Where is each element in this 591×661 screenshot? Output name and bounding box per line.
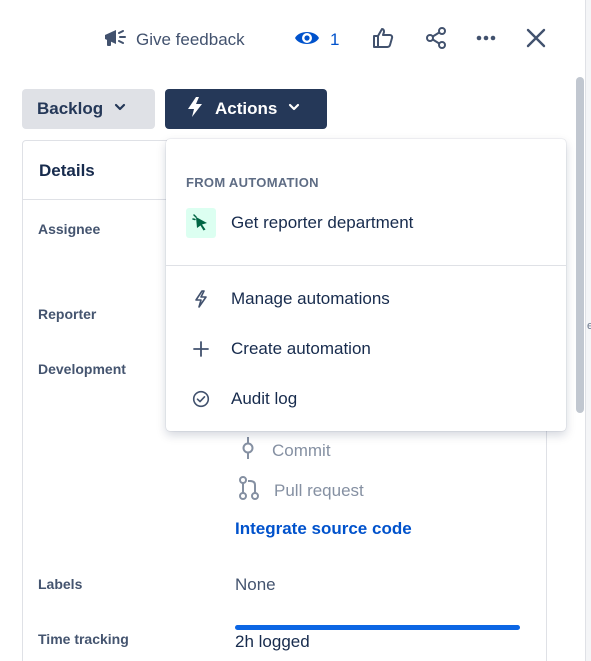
watchers-count: 1 — [330, 30, 340, 49]
menu-divider — [166, 265, 566, 266]
status-button[interactable]: Backlog — [22, 89, 155, 129]
commit-icon — [238, 436, 258, 465]
time-logged-text: 2h logged — [235, 632, 310, 651]
actions-button[interactable]: Actions — [165, 89, 327, 129]
status-label: Backlog — [37, 99, 104, 118]
lightning-icon — [185, 96, 205, 123]
integrate-source-code-link[interactable]: Integrate source code — [235, 519, 412, 539]
share-button[interactable] — [422, 26, 450, 54]
issue-header: Give feedback 1 — [0, 0, 585, 80]
labels-label: Labels — [38, 576, 83, 592]
menu-item-audit-log[interactable]: Audit log — [166, 377, 566, 421]
eye-icon — [294, 28, 320, 53]
development-label: Development — [38, 361, 126, 377]
actions-label: Actions — [215, 99, 278, 118]
more-icon — [474, 26, 498, 55]
pull-request-label: Pull request — [274, 480, 364, 500]
more-actions-button[interactable] — [472, 26, 500, 54]
thumbs-up-icon — [371, 26, 395, 55]
menu-item-label: Audit log — [231, 389, 298, 408]
details-title: Details — [39, 161, 95, 180]
plus-icon — [186, 334, 216, 364]
menu-item-get-reporter-department[interactable]: Get reporter department — [166, 201, 566, 245]
pull-request-icon — [238, 476, 260, 505]
chevron-down-icon — [113, 99, 127, 119]
megaphone-icon — [102, 26, 128, 55]
commit-link[interactable]: Commit — [238, 436, 331, 465]
commit-label: Commit — [272, 440, 331, 460]
actions-dropdown-menu: FROM AUTOMATION Get reporter department … — [166, 139, 566, 431]
give-feedback-label: Give feedback — [136, 30, 245, 49]
menu-item-label: Create automation — [231, 339, 371, 358]
adjacent-panel-edge: e — [585, 0, 591, 661]
give-feedback-button[interactable]: Give feedback — [102, 26, 245, 54]
adjacent-panel-glyph: e — [587, 320, 591, 332]
chevron-down-icon — [287, 99, 301, 119]
from-automation-heading: FROM AUTOMATION — [186, 175, 319, 190]
lightning-icon — [186, 284, 216, 314]
watch-button[interactable]: 1 — [294, 26, 339, 54]
cursor-click-icon — [186, 208, 216, 238]
time-tracking-progress[interactable] — [235, 625, 520, 630]
menu-item-label: Get reporter department — [231, 213, 414, 232]
assignee-label: Assignee — [38, 221, 101, 237]
menu-item-create-automation[interactable]: Create automation — [166, 327, 566, 371]
like-button[interactable] — [369, 26, 397, 54]
labels-value[interactable]: None — [235, 575, 276, 595]
time-tracking-label: Time tracking — [38, 631, 129, 647]
menu-item-label: Manage automations — [231, 289, 390, 308]
share-icon — [424, 26, 448, 55]
close-button[interactable] — [522, 26, 550, 54]
close-icon — [524, 26, 548, 55]
check-circle-icon — [186, 384, 216, 414]
scrollbar-thumb[interactable] — [576, 77, 584, 413]
menu-item-manage-automations[interactable]: Manage automations — [166, 277, 566, 321]
reporter-label: Reporter — [38, 306, 97, 322]
pull-request-link[interactable]: Pull request — [238, 476, 364, 505]
